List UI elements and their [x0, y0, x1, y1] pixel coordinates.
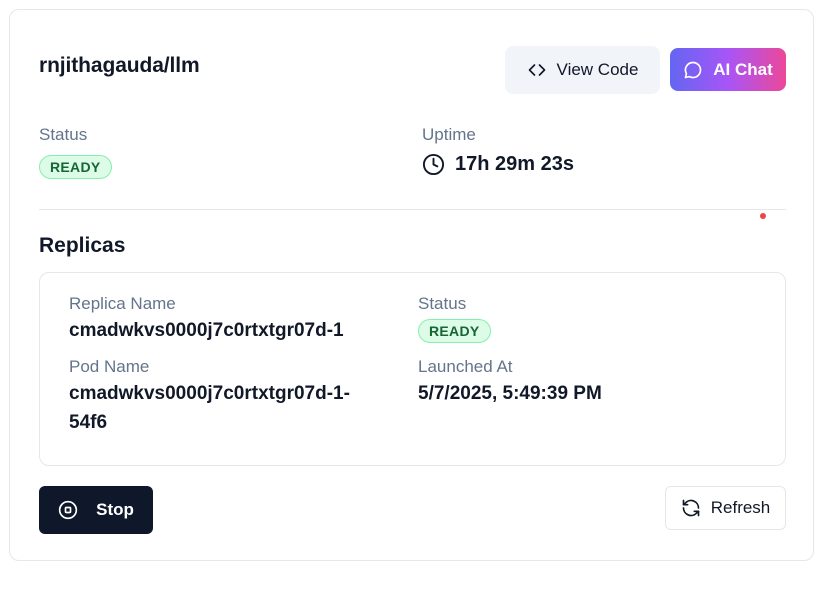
divider	[39, 209, 786, 210]
chat-bubble-icon	[683, 60, 703, 80]
uptime-display: 17h 29m 23s	[422, 153, 574, 176]
pod-name-label: Pod Name	[69, 357, 150, 376]
status-label: Status	[39, 125, 88, 144]
replica-card: Replica Name cmadwkvs0000j7c0rtxtgr07d-1…	[39, 272, 786, 466]
status-badge: READY	[39, 155, 112, 179]
replica-status-badge: READY	[418, 319, 491, 343]
ai-chat-button[interactable]: AI Chat	[670, 48, 786, 91]
stop-button[interactable]: Stop	[39, 486, 153, 534]
stop-label: Stop	[96, 500, 134, 519]
uptime-label: Uptime	[422, 125, 476, 144]
refresh-label: Refresh	[710, 498, 771, 517]
refresh-icon	[681, 498, 701, 518]
page-title: rnjithagauda/llm	[39, 54, 200, 77]
launched-at-value: 5/7/2025, 5:49:39 PM	[418, 383, 602, 404]
indicator-dot	[760, 213, 766, 219]
view-code-button[interactable]: View Code	[505, 46, 660, 94]
stop-circle-icon	[58, 500, 78, 520]
ai-chat-label: AI Chat	[713, 59, 773, 79]
replica-name-label: Replica Name	[69, 294, 176, 313]
replicas-title: Replicas	[39, 234, 126, 257]
replica-name-value: cmadwkvs0000j7c0rtxtgr07d-1	[69, 320, 344, 341]
replica-status-label: Status	[418, 294, 467, 313]
pod-name-value-line2: 54f6	[69, 412, 108, 433]
pod-name-value-line1: cmadwkvs0000j7c0rtxtgr07d-1-	[69, 383, 350, 404]
code-brackets-icon	[527, 60, 547, 80]
uptime-value: 17h 29m 23s	[455, 153, 574, 175]
clock-icon	[422, 153, 445, 176]
view-code-label: View Code	[556, 60, 639, 79]
deployment-card: rnjithagauda/llm View Code AI Chat Statu…	[9, 9, 814, 561]
refresh-button[interactable]: Refresh	[665, 486, 786, 530]
launched-at-label: Launched At	[418, 357, 513, 376]
